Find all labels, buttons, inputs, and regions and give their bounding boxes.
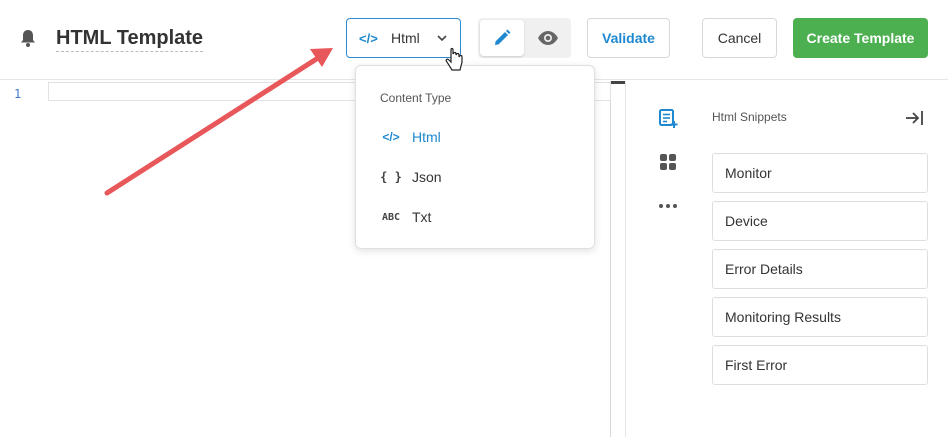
grid-icon[interactable] (658, 152, 678, 172)
edit-mode-button[interactable] (480, 20, 524, 56)
editor-scrollbar[interactable] (611, 81, 625, 84)
snippet-item[interactable]: Monitoring Results (712, 297, 928, 337)
pencil-icon (495, 29, 511, 45)
side-panel-divider (625, 81, 626, 437)
dropdown-item-txt[interactable]: ABC Txt (380, 205, 431, 229)
eye-icon (538, 31, 558, 45)
html-template-editor-page: HTML Template </> Html Validate Cancel C… (0, 0, 948, 437)
dropdown-item-json[interactable]: { } Json (380, 165, 442, 189)
content-type-value: Html (391, 30, 420, 46)
dropdown-item-html[interactable]: </> Html (380, 125, 441, 149)
cancel-button[interactable]: Cancel (702, 18, 777, 58)
snippet-item[interactable]: First Error (712, 345, 928, 385)
snippets-title: Html Snippets (712, 110, 787, 124)
collapse-right-icon[interactable] (905, 108, 925, 128)
dropdown-item-label: Txt (412, 209, 432, 225)
validate-button[interactable]: Validate (587, 18, 670, 58)
code-icon: </> (359, 30, 378, 46)
add-snippet-icon[interactable] (658, 108, 678, 128)
create-template-button[interactable]: Create Template (793, 18, 928, 58)
bell-icon (21, 30, 35, 47)
content-type-select[interactable]: </> Html (346, 18, 461, 58)
more-icon[interactable] (658, 196, 678, 216)
code-icon: </> (382, 130, 400, 144)
snippet-item[interactable]: Monitor (712, 153, 928, 193)
braces-icon: { } (380, 170, 402, 184)
snippet-item[interactable]: Device (712, 201, 928, 241)
text-icon: ABC (381, 211, 401, 223)
line-number: 1 (14, 87, 22, 101)
page-title[interactable]: HTML Template (56, 26, 204, 52)
mode-toggle-group (478, 18, 571, 58)
snippet-item[interactable]: Error Details (712, 249, 928, 289)
chevron-down-icon (437, 35, 447, 42)
preview-mode-button[interactable] (526, 20, 570, 56)
dropdown-item-label: Json (412, 169, 442, 185)
dropdown-item-label: Html (412, 129, 441, 145)
content-type-dropdown: Content Type </> Html { } Json ABC Txt (355, 65, 595, 249)
dropdown-heading: Content Type (380, 91, 452, 105)
